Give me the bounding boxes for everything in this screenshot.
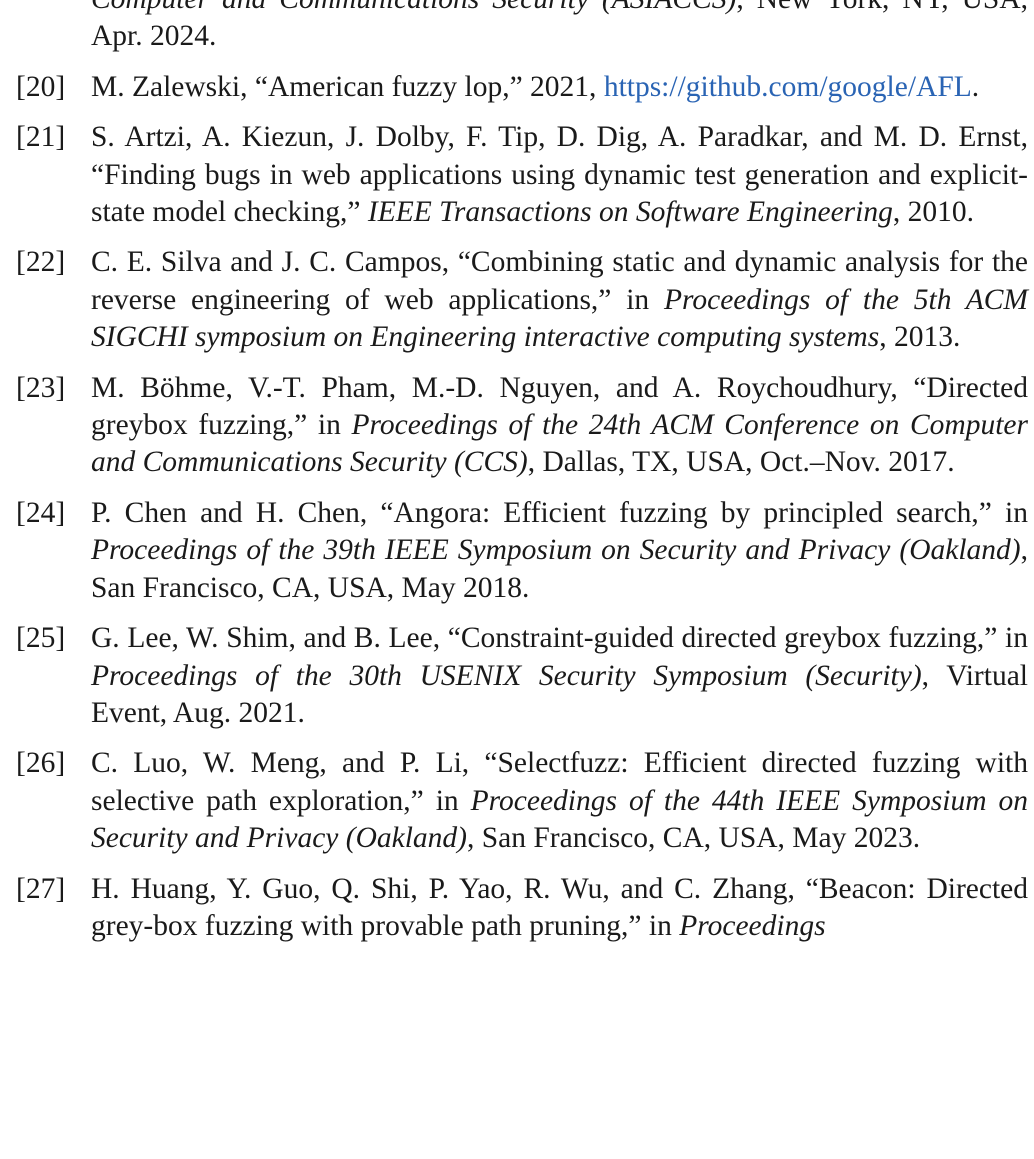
reference-entry: [20] M. Zalewski, “American fuzzy lop,” 2… bbox=[0, 69, 1034, 106]
reference-text: . bbox=[971, 70, 980, 103]
reference-number: [26] bbox=[16, 747, 66, 780]
reference-entry: [21] S. Artzi, A. Kiezun, J. Dolby, F. Ti… bbox=[0, 119, 1034, 231]
reference-number: [21] bbox=[16, 121, 66, 154]
reference-entry: [22] C. E. Silva and J. C. Campos, “Combi… bbox=[0, 244, 1034, 356]
venue-title: Proceedings of the 39th IEEE Symposium o… bbox=[91, 534, 1021, 567]
venue-title: Proceedings of the 30th USENIX Security … bbox=[91, 659, 922, 692]
reference-text: G. Lee, W. Shim, and B. Lee, “Constraint… bbox=[91, 622, 1028, 655]
reference-entry: [27] H. Huang, Y. Guo, Q. Shi, P. Yao, R.… bbox=[0, 871, 1034, 946]
reference-number: [22] bbox=[16, 246, 66, 279]
reference-text: , Dallas, TX, USA, Oct.–Nov. 2017. bbox=[527, 446, 955, 479]
reference-number: [20] bbox=[16, 70, 66, 103]
reference-entry: [26] C. Luo, W. Meng, and P. Li, “Selectf… bbox=[0, 745, 1034, 857]
reference-text: , San Francisco, CA, USA, May 2023. bbox=[467, 822, 921, 855]
reference-text: , 2010. bbox=[892, 196, 974, 229]
reference-entry: Computer and Communications Security (AS… bbox=[0, 0, 1034, 56]
reference-text: M. Zalewski, “American fuzzy lop,” 2021, bbox=[91, 70, 604, 103]
reference-entry: [23] M. Böhme, V.-T. Pham, M.-D. Nguyen, … bbox=[0, 370, 1034, 482]
reference-link[interactable]: https://github.com/google/AFL bbox=[604, 71, 972, 103]
reference-number: [23] bbox=[16, 371, 66, 404]
venue-title: Proceedings bbox=[679, 909, 826, 942]
reference-number: [25] bbox=[16, 622, 66, 655]
reference-entry: [24] P. Chen and H. Chen, “Angora: Effici… bbox=[0, 495, 1034, 607]
reference-number: [27] bbox=[16, 872, 66, 905]
reference-number: [24] bbox=[16, 496, 66, 529]
reference-text: P. Chen and H. Chen, “Angora: Efficient … bbox=[91, 496, 1028, 529]
reference-list: Computer and Communications Security (AS… bbox=[0, 0, 1034, 958]
venue-title: Computer and Communications Security (AS… bbox=[91, 0, 736, 15]
reference-entry: [25] G. Lee, W. Shim, and B. Lee, “Constr… bbox=[0, 620, 1034, 732]
venue-title: IEEE Transactions on Software Engineerin… bbox=[367, 196, 893, 229]
reference-text: , 2013. bbox=[879, 321, 961, 354]
reference-text: H. Huang, Y. Guo, Q. Shi, P. Yao, R. Wu,… bbox=[91, 872, 1028, 942]
